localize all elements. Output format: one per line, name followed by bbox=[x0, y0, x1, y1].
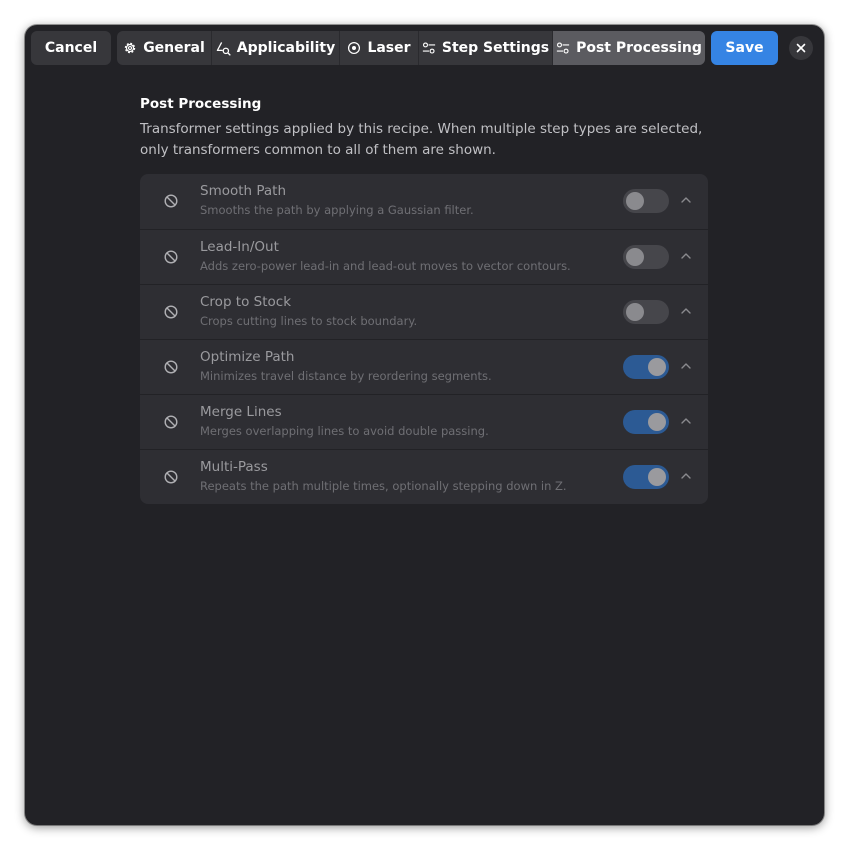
chevron-up-icon[interactable] bbox=[680, 360, 692, 372]
close-icon bbox=[796, 43, 806, 53]
transformer-row: Smooth Path Smooths the path by applying… bbox=[140, 174, 708, 229]
chevron-up-icon[interactable] bbox=[680, 415, 692, 427]
disabled-icon bbox=[164, 305, 178, 319]
tab-step-settings-label: Step Settings bbox=[441, 40, 550, 56]
transformer-row: Multi-Pass Repeats the path multiple tim… bbox=[140, 449, 708, 504]
transformer-row: Crop to Stock Crops cutting lines to sto… bbox=[140, 284, 708, 339]
transformer-subtitle: Repeats the path multiple times, optiona… bbox=[200, 479, 567, 493]
transformer-subtitle: Crops cutting lines to stock boundary. bbox=[200, 314, 418, 328]
tab-post-processing-label: Post Processing bbox=[576, 40, 702, 56]
sliders-icon bbox=[422, 42, 435, 54]
gear-icon bbox=[124, 42, 136, 54]
toggle-knob bbox=[648, 358, 666, 376]
transformer-toggle[interactable] bbox=[623, 300, 669, 324]
toggle-knob bbox=[626, 303, 644, 321]
section-title: Post Processing bbox=[140, 96, 262, 112]
transformer-title: Lead-In/Out bbox=[200, 239, 279, 255]
toggle-knob bbox=[626, 192, 644, 210]
tab-laser-label: Laser bbox=[367, 40, 411, 56]
transformer-toggle[interactable] bbox=[623, 410, 669, 434]
transformer-row: Optimize Path Minimizes travel distance … bbox=[140, 339, 708, 394]
tab-general-label: General bbox=[143, 40, 205, 56]
tab-step-settings[interactable]: Step Settings bbox=[419, 31, 553, 65]
disabled-icon bbox=[164, 360, 178, 374]
post-processing-panel: Post Processing Transformer settings app… bbox=[140, 95, 708, 504]
toggle-knob bbox=[648, 468, 666, 486]
transformer-list: Smooth Path Smooths the path by applying… bbox=[140, 174, 708, 504]
tab-bar: General Applicability Laser Step Setting… bbox=[117, 31, 705, 65]
close-button[interactable] bbox=[789, 36, 813, 60]
tab-general[interactable]: General bbox=[117, 31, 212, 65]
section-description: Transformer settings applied by this rec… bbox=[140, 121, 703, 158]
cancel-button[interactable]: Cancel bbox=[31, 31, 111, 65]
transformer-toggle[interactable] bbox=[623, 465, 669, 489]
tab-laser[interactable]: Laser bbox=[340, 31, 419, 65]
transformer-row: Lead-In/Out Adds zero-power lead-in and … bbox=[140, 229, 708, 284]
transformer-title: Crop to Stock bbox=[200, 294, 292, 310]
transformer-title: Smooth Path bbox=[200, 183, 287, 199]
transformer-row: Merge Lines Merges overlapping lines to … bbox=[140, 394, 708, 449]
transformer-subtitle: Minimizes travel distance by reordering … bbox=[200, 369, 492, 383]
transformer-subtitle: Smooths the path by applying a Gaussian … bbox=[200, 203, 474, 217]
chevron-up-icon[interactable] bbox=[680, 470, 692, 482]
chevron-up-icon[interactable] bbox=[680, 250, 692, 262]
save-button[interactable]: Save bbox=[711, 31, 778, 65]
shapes-search-icon bbox=[216, 41, 231, 56]
transformer-title: Merge Lines bbox=[200, 404, 282, 420]
toggle-knob bbox=[648, 413, 666, 431]
transformer-toggle[interactable] bbox=[623, 245, 669, 269]
tab-applicability-label: Applicability bbox=[236, 40, 336, 56]
disabled-icon bbox=[164, 250, 178, 264]
transformer-title: Multi-Pass bbox=[200, 459, 268, 475]
toggle-knob bbox=[626, 248, 644, 266]
recipe-editor-dialog: Cancel General Applicability Laser Step … bbox=[25, 25, 824, 825]
disabled-icon bbox=[164, 194, 178, 208]
chevron-up-icon[interactable] bbox=[680, 305, 692, 317]
disabled-icon bbox=[164, 415, 178, 429]
transformer-toggle[interactable] bbox=[623, 189, 669, 213]
chevron-up-icon[interactable] bbox=[680, 194, 692, 206]
disabled-icon bbox=[164, 470, 178, 484]
transformer-subtitle: Merges overlapping lines to avoid double… bbox=[200, 424, 489, 438]
transformer-title: Optimize Path bbox=[200, 349, 295, 365]
target-icon bbox=[348, 41, 361, 55]
tab-applicability[interactable]: Applicability bbox=[212, 31, 340, 65]
transformer-toggle[interactable] bbox=[623, 355, 669, 379]
sliders-icon bbox=[556, 42, 570, 54]
transformer-subtitle: Adds zero-power lead-in and lead-out mov… bbox=[200, 259, 571, 273]
tab-post-processing[interactable]: Post Processing bbox=[553, 31, 705, 65]
